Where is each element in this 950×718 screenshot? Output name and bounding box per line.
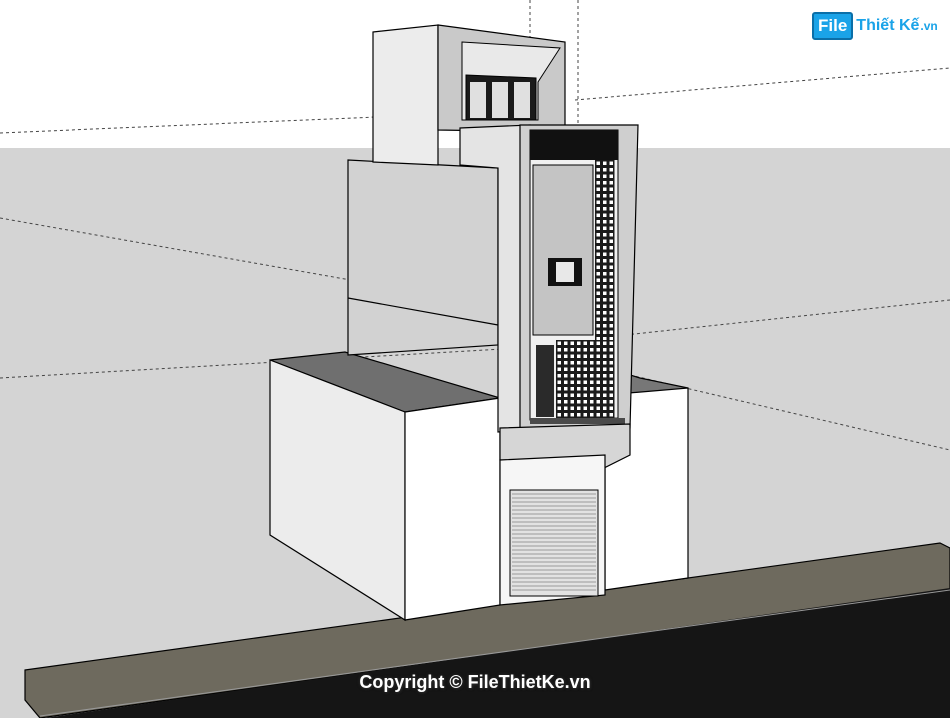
main-rear-block bbox=[347, 159, 499, 356]
balcony-railing bbox=[530, 418, 625, 424]
modeling-viewport[interactable]: File Thiết Kế .vn Copyright © FileThietK… bbox=[0, 0, 950, 718]
lower-room-door bbox=[536, 345, 554, 417]
left-building-front bbox=[404, 397, 501, 621]
tower-top-shadow bbox=[530, 130, 618, 160]
watermark-logo: File Thiết Kế .vn bbox=[812, 12, 938, 40]
copyright-notice: Copyright © FileThietKe.vn bbox=[359, 672, 591, 692]
upper-room-wall bbox=[532, 164, 594, 336]
logo-suffix: .vn bbox=[920, 19, 938, 33]
penthouse-side bbox=[372, 24, 439, 166]
roller-shutter bbox=[509, 489, 599, 597]
penthouse-window-pane-1 bbox=[470, 82, 486, 118]
upper-window-pane bbox=[556, 262, 574, 282]
penthouse-window-pane-3 bbox=[514, 82, 530, 118]
penthouse-window-pane-2 bbox=[492, 82, 508, 118]
logo-text: Thiết Kế bbox=[856, 17, 920, 34]
logo-box: File bbox=[812, 12, 854, 40]
3d-scene[interactable] bbox=[0, 0, 950, 718]
breeze-block-screen-lower bbox=[556, 340, 615, 418]
